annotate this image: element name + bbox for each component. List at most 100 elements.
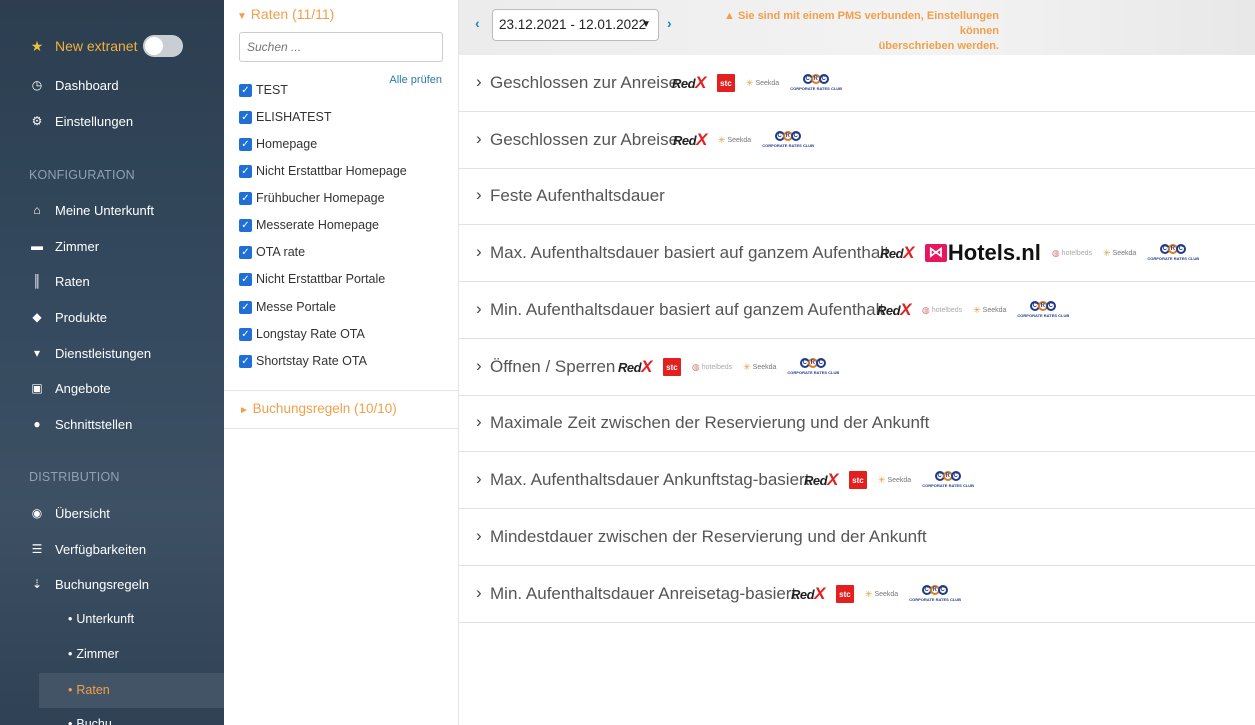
sidebar-item-zimmer[interactable]: ▬ Zimmer bbox=[0, 231, 224, 261]
new-extranet-toggle[interactable] bbox=[143, 35, 183, 57]
rates-filter-header[interactable]: ▼ Raten (11/11) bbox=[237, 6, 334, 22]
section-heading-distribution: DISTRIBUTION bbox=[29, 470, 120, 484]
booking-rule-row[interactable]: › Min. Aufenthaltsdauer basiert auf ganze… bbox=[459, 282, 1255, 339]
seekda-logo: ✳ Seekda bbox=[745, 77, 780, 88]
rate-label: Shortstay Rate OTA bbox=[256, 354, 367, 368]
rate-checkbox-row[interactable]: ✓ TEST bbox=[239, 81, 288, 99]
chevron-right-icon: › bbox=[476, 129, 482, 148]
checkbox[interactable]: ✓ bbox=[239, 245, 252, 259]
subitem-label: Unterkunft bbox=[76, 612, 135, 626]
checkbox[interactable]: ✓ bbox=[239, 137, 252, 151]
prev-period-icon[interactable]: ‹ bbox=[475, 15, 480, 31]
checkbox[interactable]: ✓ bbox=[239, 272, 252, 286]
rate-checkbox-row[interactable]: ✓ Messe Portale bbox=[239, 298, 336, 316]
checkbox[interactable]: ✓ bbox=[239, 191, 252, 205]
redx-logo: Red X bbox=[673, 130, 707, 149]
booking-rule-row[interactable]: › Öffnen / Sperren Red X stc ◍ hotelbeds ✳ Seekd… bbox=[459, 339, 1255, 396]
sidebar-item-raten[interactable]: ║ Raten bbox=[0, 266, 224, 296]
chevron-right-icon: › bbox=[476, 526, 482, 545]
gift-icon: ▣ bbox=[31, 381, 43, 395]
divider bbox=[224, 390, 458, 391]
seekda-logo: ✳ Seekda bbox=[743, 361, 777, 372]
booking-rule-label: Min. Aufenthaltsdauer basiert auf ganzem… bbox=[490, 300, 885, 319]
chevron-right-icon: ► bbox=[239, 405, 249, 416]
rate-checkbox-row[interactable]: ✓ Shortstay Rate OTA bbox=[239, 352, 367, 370]
hotelbeds-logo: ◍ hotelbeds bbox=[921, 304, 963, 315]
seekda-logo: ✳ Seekda bbox=[877, 474, 912, 485]
subitem-unterkunft[interactable]: • Unterkunft bbox=[68, 612, 134, 626]
rate-checkbox-row[interactable]: ✓ Homepage bbox=[239, 135, 317, 153]
eye-icon: ◉ bbox=[31, 506, 43, 520]
main-content: ‹ 23.12.2021 - 12.01.2022 ▼ › ▲ Sie sind… bbox=[459, 0, 1255, 725]
checkbox[interactable]: ✓ bbox=[239, 164, 252, 178]
sidebar-item-label: Dashboard bbox=[55, 77, 119, 93]
checkbox[interactable]: ✓ bbox=[239, 83, 252, 97]
sidebar-item-verfuegbarkeiten[interactable]: ☰ Verfügbarkeiten bbox=[0, 534, 224, 564]
warning-line-2: überschrieben werden. bbox=[878, 40, 999, 52]
rate-checkbox-row[interactable]: ✓ Longstay Rate OTA bbox=[239, 325, 365, 343]
chevron-right-icon: › bbox=[476, 356, 482, 375]
hotelbeds-logo: ◍ hotelbeds bbox=[691, 361, 733, 372]
rules-filter-header[interactable]: ► Buchungsregeln (10/10) bbox=[239, 401, 397, 416]
subitem-raten-active[interactable]: • Raten bbox=[68, 683, 110, 697]
channel-logos: Red X ◍ hotelbeds ✳ Seekda C R C CORPORATE RATES … bbox=[877, 295, 1069, 325]
booking-rule-row[interactable]: › Min. Aufenthaltsdauer Anreisetag-basier… bbox=[459, 566, 1255, 623]
sidebar-item-dienstleistungen[interactable]: ▾ Dienstleistungen bbox=[0, 338, 224, 368]
rate-checkbox-row[interactable]: ✓ Nicht Erstattbar Portale bbox=[239, 270, 385, 288]
sidebar-item-label: Schnittstellen bbox=[55, 416, 133, 432]
crc-logo: C R C CORPORATE RATES CLUB bbox=[922, 471, 975, 488]
stc-logo: stc bbox=[848, 471, 867, 489]
rate-label: OTA rate bbox=[256, 245, 306, 259]
booking-rule-row[interactable]: › Feste Aufenthaltsdauer bbox=[459, 168, 1255, 225]
divider bbox=[224, 428, 458, 429]
booking-rule-row[interactable]: › Max. Aufenthaltsdauer basiert auf ganze… bbox=[459, 225, 1255, 282]
chevron-down-icon: ▼ bbox=[237, 11, 247, 22]
rate-checkbox-row[interactable]: ✓ Messerate Homepage bbox=[239, 216, 379, 234]
rate-checkbox-row[interactable]: ✓ OTA rate bbox=[239, 243, 305, 261]
sidebar-item-label: Raten bbox=[55, 273, 90, 289]
seekda-logo: ✳ Seekda bbox=[973, 304, 1007, 315]
booking-rule-row[interactable]: › Mindestdauer zwischen der Reservierung … bbox=[459, 509, 1255, 566]
warning-icon: ▲ bbox=[724, 10, 738, 22]
sidebar-item-einstellungen[interactable]: ⚙ Einstellungen bbox=[0, 106, 224, 136]
subitem-zimmer[interactable]: • Zimmer bbox=[68, 647, 119, 661]
date-range-select[interactable]: 23.12.2021 - 12.01.2022 ▼ bbox=[492, 9, 659, 41]
checkbox[interactable]: ✓ bbox=[239, 354, 252, 368]
sidebar-item-meine-unterkunft[interactable]: ⌂ Meine Unterkunft bbox=[0, 195, 224, 225]
section-heading-konfiguration: KONFIGURATION bbox=[29, 168, 135, 182]
rate-checkbox-row[interactable]: ✓ Frühbucher Homepage bbox=[239, 189, 385, 207]
crc-logo: C R C CORPORATE RATES CLUB bbox=[790, 74, 843, 91]
search-input[interactable] bbox=[239, 32, 443, 62]
globe-icon: ● bbox=[33, 417, 41, 431]
sidebar-item-produkte[interactable]: ◆ Produkte bbox=[0, 302, 224, 332]
hotelsnl-logo: ⋈ Hotels.nl bbox=[924, 240, 1041, 266]
barcode-icon: ║ bbox=[32, 274, 42, 288]
rate-label: TEST bbox=[256, 83, 288, 97]
sidebar-item-angebote[interactable]: ▣ Angebote bbox=[0, 373, 224, 403]
next-period-icon[interactable]: › bbox=[667, 15, 672, 31]
booking-rule-label: Feste Aufenthaltsdauer bbox=[490, 186, 665, 205]
subitem-buchungen[interactable]: • Buchu... bbox=[68, 717, 122, 725]
crc-logo: C R C CORPORATE RATES CLUB bbox=[762, 131, 815, 148]
booking-rule-row[interactable]: › Maximale Zeit zwischen der Reservierung… bbox=[459, 395, 1255, 452]
channel-logos: Red X stc ◍ hotelbeds ✳ Seekda C R C CORPORATE RAT… bbox=[618, 352, 839, 382]
redx-logo: Red X bbox=[791, 584, 825, 603]
sidebar-item-buchungsregeln[interactable]: ⇣ Buchungsregeln bbox=[0, 569, 224, 599]
checkbox[interactable]: ✓ bbox=[239, 218, 252, 232]
checkbox[interactable]: ✓ bbox=[239, 110, 252, 124]
booking-rule-row[interactable]: › Geschlossen zur Abreise Red X ✳ Seekda C R C CO… bbox=[459, 112, 1255, 169]
rate-checkbox-row[interactable]: ✓ ELISHATEST bbox=[239, 108, 331, 126]
checkbox[interactable]: ✓ bbox=[239, 300, 252, 314]
date-toolbar: ‹ 23.12.2021 - 12.01.2022 ▼ › ▲ Sie sind… bbox=[459, 0, 1255, 55]
check-all-link[interactable]: Alle prüfen bbox=[389, 74, 442, 86]
sidebar-item-uebersicht[interactable]: ◉ Übersicht bbox=[0, 498, 224, 528]
rate-label: Longstay Rate OTA bbox=[256, 327, 365, 341]
rate-checkbox-row[interactable]: ✓ Nicht Erstattbar Homepage bbox=[239, 162, 407, 180]
seekda-logo: ✳ Seekda bbox=[717, 134, 752, 145]
booking-rule-label: Max. Aufenthaltsdauer basiert auf ganzem… bbox=[490, 243, 889, 262]
sidebar-item-dashboard[interactable]: ◷ Dashboard bbox=[0, 70, 224, 100]
booking-rule-row[interactable]: › Max. Aufenthaltsdauer Ankunftstag-basie… bbox=[459, 452, 1255, 509]
booking-rule-row[interactable]: › Geschlossen zur Anreise Red X stc ✳ Seekda C R… bbox=[459, 55, 1255, 112]
sidebar-item-schnittstellen[interactable]: ● Schnittstellen bbox=[0, 409, 224, 439]
checkbox[interactable]: ✓ bbox=[239, 327, 252, 341]
